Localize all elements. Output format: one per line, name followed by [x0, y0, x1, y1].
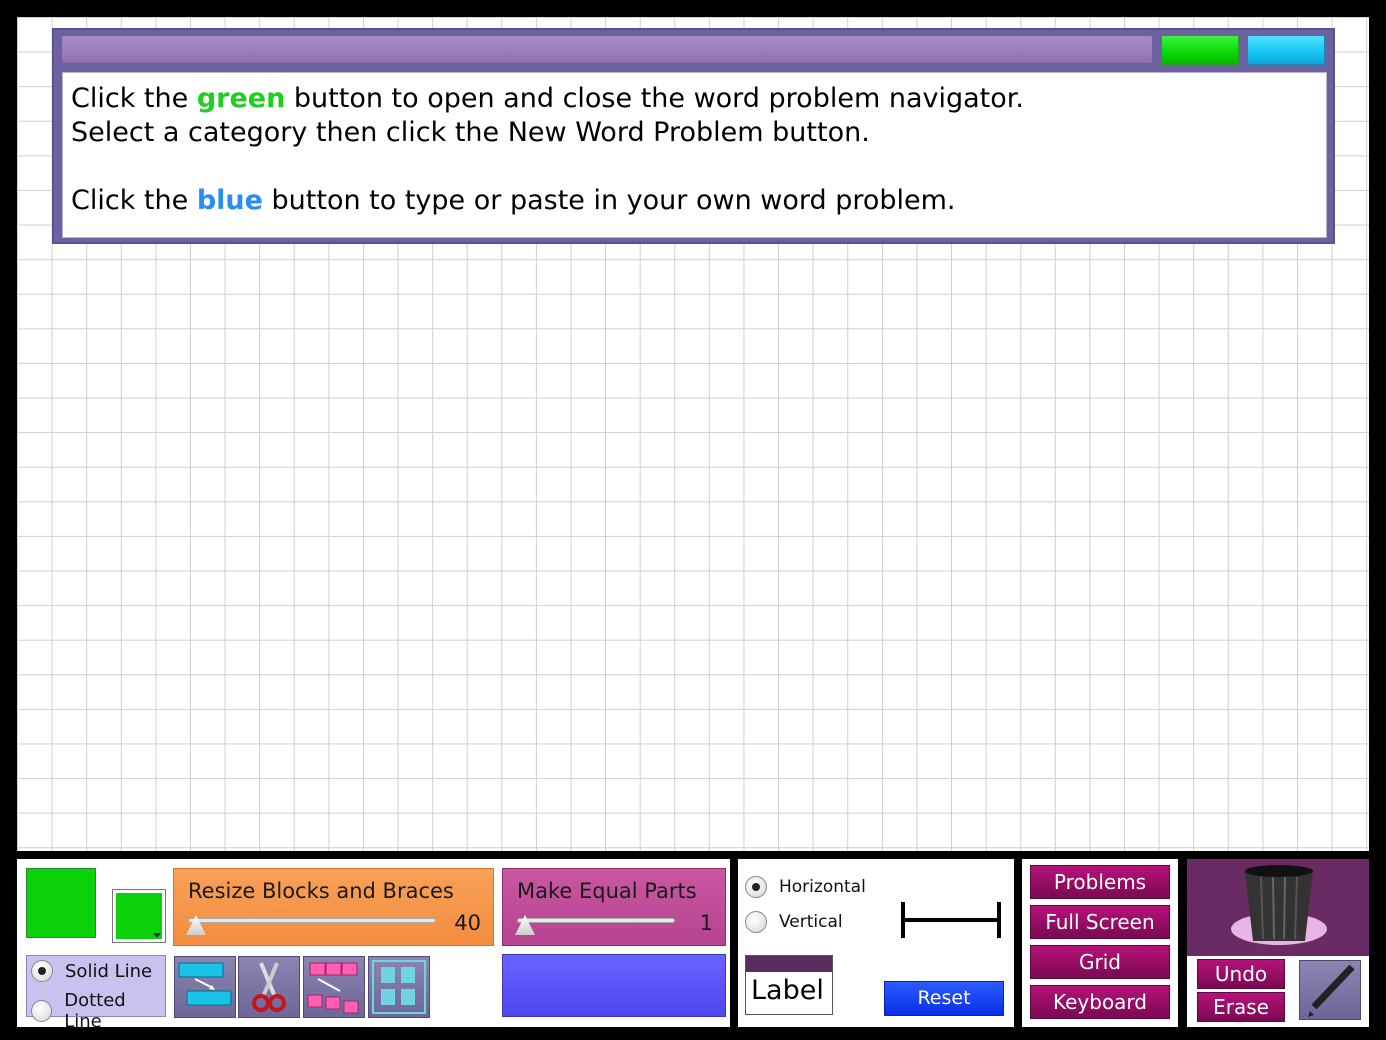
erase-button[interactable]: Erase — [1197, 992, 1285, 1022]
split-blocks-button[interactable] — [303, 956, 365, 1018]
horizontal-radio[interactable] — [745, 876, 767, 898]
solid-line-label: Solid Line — [65, 960, 153, 982]
trash-area[interactable] — [1187, 859, 1369, 956]
label-tool[interactable]: Label — [745, 955, 833, 1015]
blue-highlight: blue — [196, 185, 263, 216]
full-screen-button[interactable]: Full Screen — [1030, 905, 1170, 939]
word-problem-panel: Click the green button to open and close… — [52, 28, 1335, 244]
dropdown-arrow-icon — [153, 933, 161, 938]
vertical-option[interactable]: Vertical — [745, 911, 843, 933]
reset-button[interactable]: Reset — [884, 981, 1004, 1016]
dotted-line-label: Dotted Line — [64, 990, 126, 1032]
color-picker[interactable] — [112, 889, 166, 943]
resize-value: 40 — [454, 911, 481, 935]
pencil-button[interactable] — [1299, 960, 1361, 1020]
navigator-toggle-button[interactable] — [1161, 35, 1239, 65]
custom-problem-button[interactable] — [1247, 35, 1325, 65]
brace-icon[interactable] — [899, 900, 1003, 942]
horizontal-option[interactable]: Horizontal — [745, 876, 866, 898]
solid-line-radio[interactable] — [31, 960, 53, 982]
problems-button[interactable]: Problems — [1030, 865, 1170, 899]
word-problem-text: Click the green button to open and close… — [62, 72, 1327, 238]
word-problem-titlebar[interactable] — [62, 36, 1152, 63]
undo-button[interactable]: Undo — [1197, 959, 1285, 989]
solid-line-option[interactable]: Solid Line — [31, 960, 152, 982]
cut-button[interactable] — [238, 956, 300, 1018]
equal-parts-label: Make Equal Parts — [517, 879, 697, 903]
resize-label: Resize Blocks and Braces — [188, 879, 454, 903]
trash-icon — [1231, 865, 1327, 945]
equal-parts-slider-box: Make Equal Parts 1 — [502, 868, 726, 946]
pencil-icon — [1308, 964, 1355, 1017]
dotted-line-option[interactable]: Dotted Line — [31, 990, 165, 1032]
equal-parts-slider-track[interactable] — [517, 918, 675, 923]
instruction-line-3: Click the blue button to type or paste i… — [71, 185, 956, 216]
group-blocks-button[interactable] — [368, 956, 430, 1018]
label-color-bar — [746, 956, 832, 972]
horizontal-label: Horizontal — [779, 877, 866, 897]
instruction-line-2: Select a category then click the New Wor… — [71, 117, 870, 148]
duplicate-blocks-icon — [178, 962, 232, 1006]
scissors-icon — [252, 962, 286, 1012]
resize-slider-box: Resize Blocks and Braces 40 — [173, 868, 494, 946]
duplicate-blocks-button[interactable] — [174, 956, 236, 1018]
color-block-button[interactable] — [502, 954, 726, 1017]
resize-slider-track[interactable] — [188, 918, 436, 923]
grid-button[interactable]: Grid — [1030, 945, 1170, 979]
dotted-line-radio[interactable] — [31, 1000, 53, 1022]
keyboard-button[interactable]: Keyboard — [1030, 985, 1170, 1019]
vertical-label: Vertical — [779, 912, 843, 932]
line-style-group: Solid Line Dotted Line — [26, 955, 166, 1032]
split-blocks-icon — [307, 962, 359, 1014]
green-highlight: green — [196, 83, 286, 114]
current-color-swatch[interactable] — [26, 868, 96, 938]
instruction-line-1: Click the green button to open and close… — [71, 83, 1024, 114]
label-text: Label — [751, 975, 824, 1006]
equal-parts-value: 1 — [699, 911, 713, 935]
group-blocks-icon — [372, 960, 426, 1014]
vertical-radio[interactable] — [745, 911, 767, 933]
